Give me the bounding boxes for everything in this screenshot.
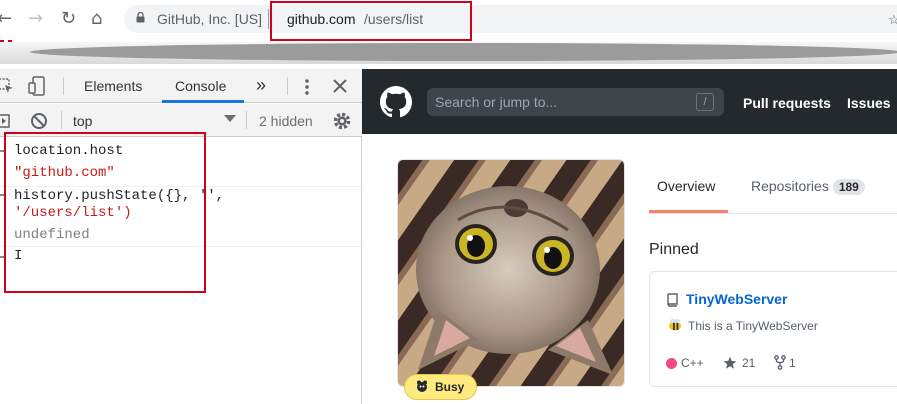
url-separator — [268, 9, 269, 29]
active-tab-indicator — [162, 100, 244, 103]
reload-icon[interactable]: ↻ — [61, 8, 76, 29]
repo-count-badge: 189 — [832, 179, 865, 195]
toolbar-separator — [246, 111, 247, 129]
status-text: Busy — [435, 380, 465, 394]
tab-repositories-label: Repositories — [751, 178, 829, 194]
devtools-tab-bar: Elements Console » — [0, 69, 362, 103]
search-placeholder: Search or jump to... — [435, 94, 558, 110]
tab-elements[interactable]: Elements — [84, 78, 142, 94]
search-input[interactable]: Search or jump to... / — [427, 88, 724, 116]
repo-name-link[interactable]: TinyWebServer — [686, 291, 787, 307]
console-highlight-box — [4, 132, 206, 293]
language-color-dot — [666, 358, 677, 369]
forward-arrow-icon[interactable]: → — [28, 8, 43, 29]
url-highlight-box — [270, 1, 472, 41]
tab-console[interactable]: Console — [175, 78, 226, 94]
repo-stars[interactable]: 21 — [742, 356, 755, 370]
github-header: Search or jump to... / Pull requests Iss… — [362, 69, 897, 134]
toolbar-separator — [61, 111, 62, 129]
context-selector[interactable]: top — [73, 113, 92, 129]
profile-tabs: Overview Repositories 189 — [649, 164, 897, 214]
chevron-down-icon[interactable] — [224, 115, 236, 122]
home-icon[interactable]: ⌂ — [91, 8, 102, 29]
bookmark-star-icon[interactable]: ☆ — [888, 12, 897, 28]
hidden-messages-count[interactable]: 2 hidden — [259, 113, 313, 129]
github-logo-icon[interactable] — [380, 86, 412, 118]
star-icon[interactable] — [723, 356, 737, 370]
tab-overview[interactable]: Overview — [657, 178, 715, 194]
browser-toolbar: ← → ↻ ⌂ GitHub, Inc. [US] github.com /us… — [0, 0, 897, 42]
toolbar-separator — [287, 77, 288, 95]
clear-console-icon[interactable] — [30, 112, 48, 130]
repo-description: This is a TinyWebServer — [688, 319, 818, 333]
avatar[interactable] — [397, 159, 625, 387]
site-identity[interactable]: GitHub, Inc. [US] — [157, 11, 262, 27]
nav-pull-requests[interactable]: Pull requests — [743, 95, 831, 111]
gear-icon[interactable] — [332, 111, 352, 131]
active-tab-indicator — [649, 210, 728, 213]
device-toolbar-icon[interactable] — [28, 76, 46, 96]
repo-icon — [667, 293, 678, 307]
nav-issues[interactable]: Issues — [847, 95, 891, 111]
more-tabs-button[interactable]: » — [256, 75, 266, 96]
divider-shadow — [30, 43, 897, 61]
kebab-menu-icon[interactable] — [304, 78, 310, 96]
pinned-repo-card: TinyWebServer This is a TinyWebServer C+… — [649, 271, 897, 387]
repo-forks[interactable]: 1 — [789, 356, 796, 370]
fork-icon[interactable] — [774, 355, 786, 370]
lock-icon — [136, 12, 145, 23]
github-profile: Busy Overview Repositories 189 Pinned Tin… — [362, 134, 897, 404]
toolbar-separator — [63, 77, 64, 95]
cat-avatar-image — [398, 160, 624, 386]
slash-shortcut-badge: / — [696, 93, 714, 111]
devtools-panel: Elements Console » top 2 hidden location… — [0, 69, 362, 404]
repo-language: C++ — [681, 356, 704, 370]
inspect-element-icon[interactable] — [0, 78, 14, 94]
status-badge[interactable]: Busy — [404, 374, 478, 400]
bee-emoji-icon — [669, 319, 681, 331]
pinned-heading: Pinned — [649, 241, 699, 258]
tab-repositories[interactable]: Repositories 189 — [751, 178, 865, 195]
back-arrow-icon[interactable]: ← — [0, 8, 12, 29]
close-icon[interactable] — [333, 79, 347, 93]
status-emoji-icon — [417, 380, 427, 392]
sidebar-toggle-icon[interactable] — [0, 114, 10, 128]
